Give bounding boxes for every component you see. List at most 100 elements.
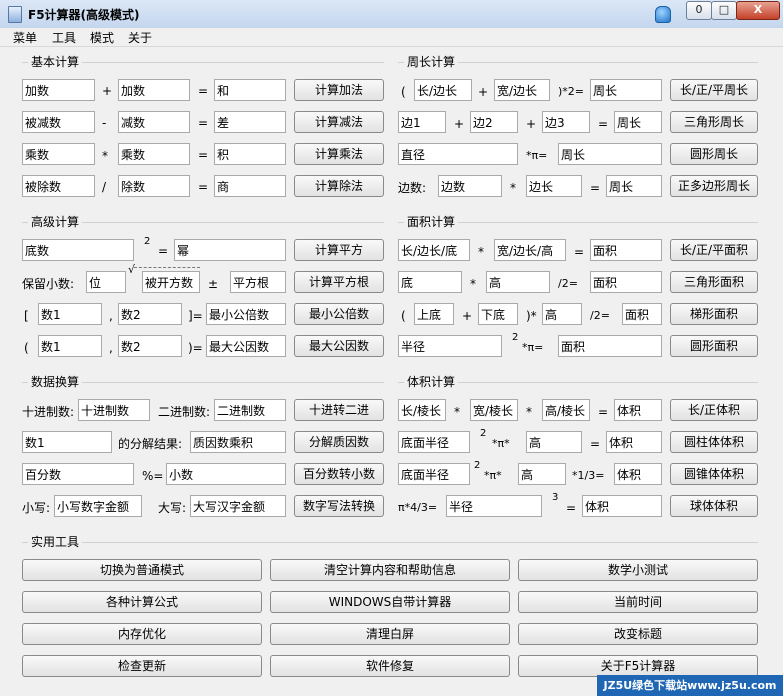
triangle-perimeter-result-input[interactable] [614, 111, 662, 133]
difference-result-input[interactable] [214, 111, 286, 133]
perim-length-input[interactable] [414, 79, 472, 101]
triangle-side1-input[interactable] [398, 111, 446, 133]
sqrt-button[interactable]: 计算平方根 [294, 271, 384, 293]
menu-item-mode[interactable]: 模式 [90, 29, 114, 46]
triangle-area-result-input[interactable] [590, 271, 662, 293]
polygon-sides-input[interactable] [438, 175, 502, 197]
cylinder-volume-button[interactable]: 圆柱体体积 [670, 431, 758, 453]
power-result-input[interactable] [174, 239, 286, 261]
trap-top-input[interactable] [414, 303, 454, 325]
factor-a-input[interactable] [22, 143, 95, 165]
amount-convert-button[interactable]: 数字写法转换 [294, 495, 384, 517]
circle-area-result-input[interactable] [558, 335, 662, 357]
change-title-button[interactable]: 改变标题 [518, 623, 758, 645]
cylinder-height-input[interactable] [526, 431, 582, 453]
switch-normal-mode-button[interactable]: 切换为普通模式 [22, 559, 262, 581]
lowercase-amount-input[interactable] [54, 495, 142, 517]
sphere-volume-result-input[interactable] [582, 495, 662, 517]
skin-icon[interactable] [655, 6, 671, 23]
circle-radius-input[interactable] [398, 335, 502, 357]
factor-number-input[interactable] [22, 431, 112, 453]
dividend-input[interactable] [22, 175, 95, 197]
polygon-perimeter-result-input[interactable] [606, 175, 662, 197]
divide-button[interactable]: 计算除法 [294, 175, 384, 197]
trap-bottom-input[interactable] [478, 303, 518, 325]
minuend-input[interactable] [22, 111, 95, 133]
formulas-button[interactable]: 各种计算公式 [22, 591, 262, 613]
rect-area-result-input[interactable] [590, 239, 662, 261]
binary-input[interactable] [214, 399, 286, 421]
triangle-perimeter-button[interactable]: 三角形周长 [670, 111, 758, 133]
software-repair-button[interactable]: 软件修复 [270, 655, 510, 677]
clear-all-button[interactable]: 清空计算内容和帮助信息 [270, 559, 510, 581]
circle-perimeter-button[interactable]: 圆形周长 [670, 143, 758, 165]
rect-perimeter-result-input[interactable] [590, 79, 662, 101]
memory-optimize-button[interactable]: 内存优化 [22, 623, 262, 645]
decimal-places-input[interactable] [86, 271, 126, 293]
close-button[interactable]: X [736, 1, 780, 20]
subtrahend-input[interactable] [118, 111, 190, 133]
perim-width-input[interactable] [494, 79, 550, 101]
addend-a-input[interactable] [22, 79, 95, 101]
minimize-button[interactable]: 0 [686, 1, 712, 20]
check-update-button[interactable]: 检查更新 [22, 655, 262, 677]
menu-item-menu[interactable]: 菜单 [13, 29, 37, 46]
area-width-input[interactable] [494, 239, 566, 261]
cuboid-height-input[interactable] [542, 399, 590, 421]
area-length-input[interactable] [398, 239, 470, 261]
decimal-input[interactable] [78, 399, 150, 421]
cone-radius-input[interactable] [398, 463, 470, 485]
clear-whitescreen-button[interactable]: 清理白屏 [270, 623, 510, 645]
cuboid-volume-button[interactable]: 长/正体积 [670, 399, 758, 421]
diameter-input[interactable] [398, 143, 518, 165]
current-time-button[interactable]: 当前时间 [518, 591, 758, 613]
multiply-button[interactable]: 计算乘法 [294, 143, 384, 165]
cone-volume-button[interactable]: 圆锥体体积 [670, 463, 758, 485]
cone-height-input[interactable] [518, 463, 566, 485]
product-result-input[interactable] [214, 143, 286, 165]
radicand-input[interactable] [142, 271, 200, 293]
uppercase-amount-input[interactable] [190, 495, 286, 517]
triangle-base-input[interactable] [398, 271, 462, 293]
circle-perimeter-result-input[interactable] [558, 143, 662, 165]
gcd-result-input[interactable] [206, 335, 286, 357]
triangle-side3-input[interactable] [542, 111, 590, 133]
triangle-height-input[interactable] [486, 271, 550, 293]
trap-height-input[interactable] [542, 303, 582, 325]
triangle-side2-input[interactable] [470, 111, 518, 133]
lcm-a-input[interactable] [38, 303, 102, 325]
cuboid-volume-result-input[interactable] [614, 399, 662, 421]
quotient-result-input[interactable] [214, 175, 286, 197]
gcd-button[interactable]: 最大公因数 [294, 335, 384, 357]
math-quiz-button[interactable]: 数学小测试 [518, 559, 758, 581]
factorize-button[interactable]: 分解质因数 [294, 431, 384, 453]
add-button[interactable]: 计算加法 [294, 79, 384, 101]
gcd-a-input[interactable] [38, 335, 102, 357]
about-button[interactable]: 关于F5计算器 [518, 655, 758, 677]
decimal-result-input[interactable] [166, 463, 286, 485]
addend-b-input[interactable] [118, 79, 190, 101]
trapezoid-area-button[interactable]: 梯形面积 [670, 303, 758, 325]
lcm-b-input[interactable] [118, 303, 182, 325]
sphere-radius-input[interactable] [446, 495, 542, 517]
lcm-result-input[interactable] [206, 303, 286, 325]
rect-area-button[interactable]: 长/正/平面积 [670, 239, 758, 261]
triangle-area-button[interactable]: 三角形面积 [670, 271, 758, 293]
cone-volume-result-input[interactable] [614, 463, 662, 485]
sqrt-result-input[interactable] [230, 271, 286, 293]
sphere-volume-button[interactable]: 球体体积 [670, 495, 758, 517]
factor-result-input[interactable] [190, 431, 286, 453]
divisor-input[interactable] [118, 175, 190, 197]
square-button[interactable]: 计算平方 [294, 239, 384, 261]
percent-input[interactable] [22, 463, 134, 485]
dec-to-bin-button[interactable]: 十进转二进 [294, 399, 384, 421]
polygon-side-length-input[interactable] [526, 175, 582, 197]
menu-item-about[interactable]: 关于 [128, 29, 152, 46]
polygon-perimeter-button[interactable]: 正多边形周长 [670, 175, 758, 197]
gcd-b-input[interactable] [118, 335, 182, 357]
cuboid-width-input[interactable] [470, 399, 518, 421]
maximize-button[interactable]: □ [711, 1, 737, 20]
factor-b-input[interactable] [118, 143, 190, 165]
subtract-button[interactable]: 计算减法 [294, 111, 384, 133]
windows-calculator-button[interactable]: WINDOWS自带计算器 [270, 591, 510, 613]
